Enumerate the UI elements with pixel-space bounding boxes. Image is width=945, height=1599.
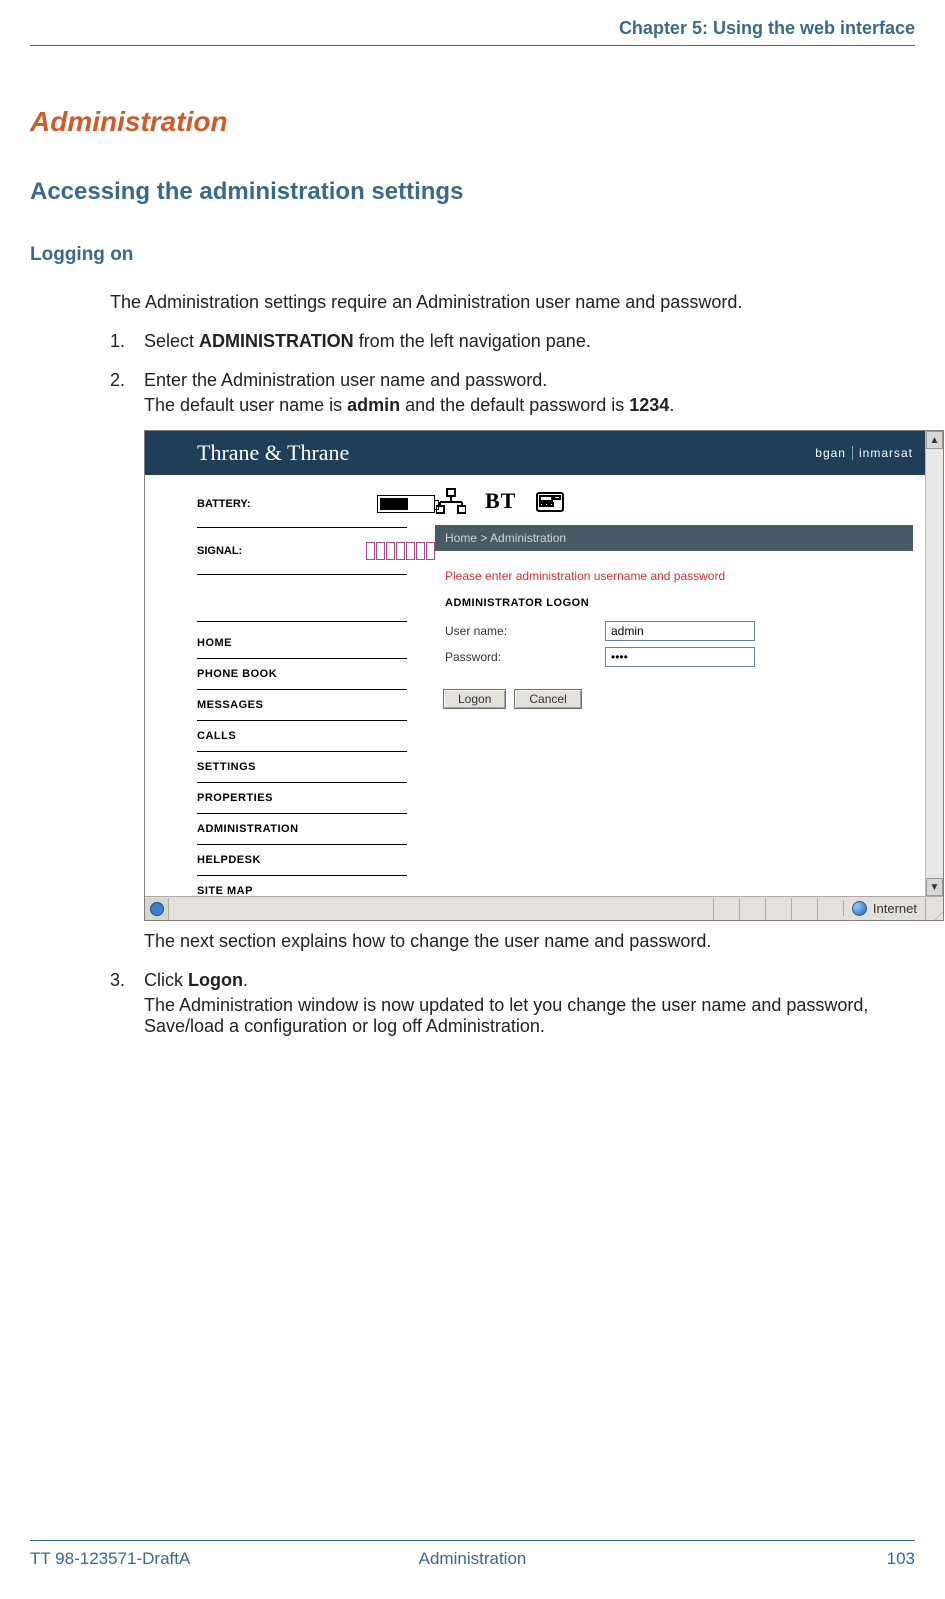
status-cell — [817, 898, 843, 920]
status-cell — [791, 898, 817, 920]
step-sub-text: The Administration window is now updated… — [144, 995, 915, 1037]
signal-label: SIGNAL: — [197, 545, 242, 557]
step-bold: admin — [347, 395, 400, 415]
nav-properties[interactable]: PROPERTIES — [197, 783, 407, 814]
main-panel: BT Home > Administration Please enter ad… — [435, 475, 925, 896]
step-text: Click — [144, 970, 188, 990]
scroll-down-icon[interactable]: ▼ — [926, 878, 943, 896]
breadcrumb: Home > Administration — [435, 525, 913, 551]
nav-administration[interactable]: ADMINISTRATION — [197, 814, 407, 845]
chapter-header: Chapter 5: Using the web interface — [30, 18, 915, 46]
sidebar: BATTERY: SIGNAL: HOME — [145, 475, 435, 896]
step-text: Select — [144, 331, 199, 351]
battery-label: BATTERY: — [197, 498, 251, 510]
step-3: 3. Click Logon. The Administration windo… — [110, 970, 915, 1037]
step-text: and the default password is — [400, 395, 629, 415]
below-shot-text: The next section explains how to change … — [30, 931, 915, 952]
step-1: 1. Select ADMINISTRATION from the left n… — [110, 331, 915, 352]
status-cell — [765, 898, 791, 920]
nav-messages[interactable]: MESSAGES — [197, 690, 407, 721]
cancel-button[interactable]: Cancel — [514, 689, 581, 709]
signal-icon — [366, 542, 435, 560]
nav-phone-book[interactable]: PHONE BOOK — [197, 659, 407, 690]
nav-site-map[interactable]: SITE MAP — [197, 876, 407, 896]
step-text: from the left navigation pane. — [354, 331, 591, 351]
zone-indicator: Internet — [843, 901, 925, 916]
zone-label: Internet — [873, 901, 917, 916]
step-bold: 1234 — [629, 395, 669, 415]
section-label: ADMINISTRATOR LOGON — [435, 597, 913, 619]
footer-right: 103 — [620, 1549, 915, 1569]
intro-text: The Administration settings require an A… — [30, 292, 915, 313]
step-bold: Logon — [188, 970, 243, 990]
scroll-up-icon[interactable]: ▲ — [926, 431, 943, 449]
brand-logo: Thrane & Thrane — [197, 440, 815, 466]
step-2: 2. Enter the Administration user name an… — [110, 370, 915, 416]
logon-button[interactable]: Logon — [443, 689, 506, 709]
step-number: 2. — [110, 370, 144, 416]
nav-home[interactable]: HOME — [197, 628, 407, 659]
heading-1: Administration — [30, 106, 915, 138]
phone-icon — [534, 487, 566, 515]
ie-icon — [145, 898, 169, 920]
warning-text: Please enter administration username and… — [435, 551, 913, 597]
status-bar: Internet — [145, 896, 943, 920]
password-input[interactable] — [605, 647, 755, 667]
username-input[interactable] — [605, 621, 755, 641]
step-bold: ADMINISTRATION — [199, 331, 354, 351]
page-footer: TT 98-123571-DraftA Administration 103 — [30, 1540, 915, 1569]
step-number: 3. — [110, 970, 144, 1037]
network-icon — [435, 487, 467, 515]
footer-left: TT 98-123571-DraftA — [30, 1549, 325, 1569]
nav-calls[interactable]: CALLS — [197, 721, 407, 752]
screenshot: Thrane & Thrane bgan inmarsat BATTERY: — [144, 430, 944, 921]
step-text: Enter the Administration user name and p… — [144, 370, 915, 391]
resize-grip[interactable] — [925, 898, 943, 920]
password-label: Password: — [445, 650, 605, 664]
username-label: User name: — [445, 624, 605, 638]
status-cell — [739, 898, 765, 920]
status-cell — [713, 898, 739, 920]
scrollbar-vertical[interactable]: ▲ ▼ — [925, 431, 943, 896]
step-text: . — [669, 395, 674, 415]
step-number: 1. — [110, 331, 144, 352]
separator — [852, 446, 853, 460]
battery-icon — [377, 495, 435, 513]
brand-right: inmarsat — [859, 446, 913, 460]
footer-center: Administration — [325, 1549, 620, 1569]
nav-helpdesk[interactable]: HELPDESK — [197, 845, 407, 876]
brand-right: bgan — [815, 446, 846, 460]
banner: Thrane & Thrane bgan inmarsat — [145, 431, 925, 475]
step-text: The default user name is — [144, 395, 347, 415]
nav-settings[interactable]: SETTINGS — [197, 752, 407, 783]
heading-2: Accessing the administration settings — [30, 178, 915, 206]
globe-icon — [852, 901, 867, 916]
step-text: . — [243, 970, 248, 990]
heading-3: Logging on — [30, 244, 915, 266]
bt-text: BT — [485, 488, 516, 514]
